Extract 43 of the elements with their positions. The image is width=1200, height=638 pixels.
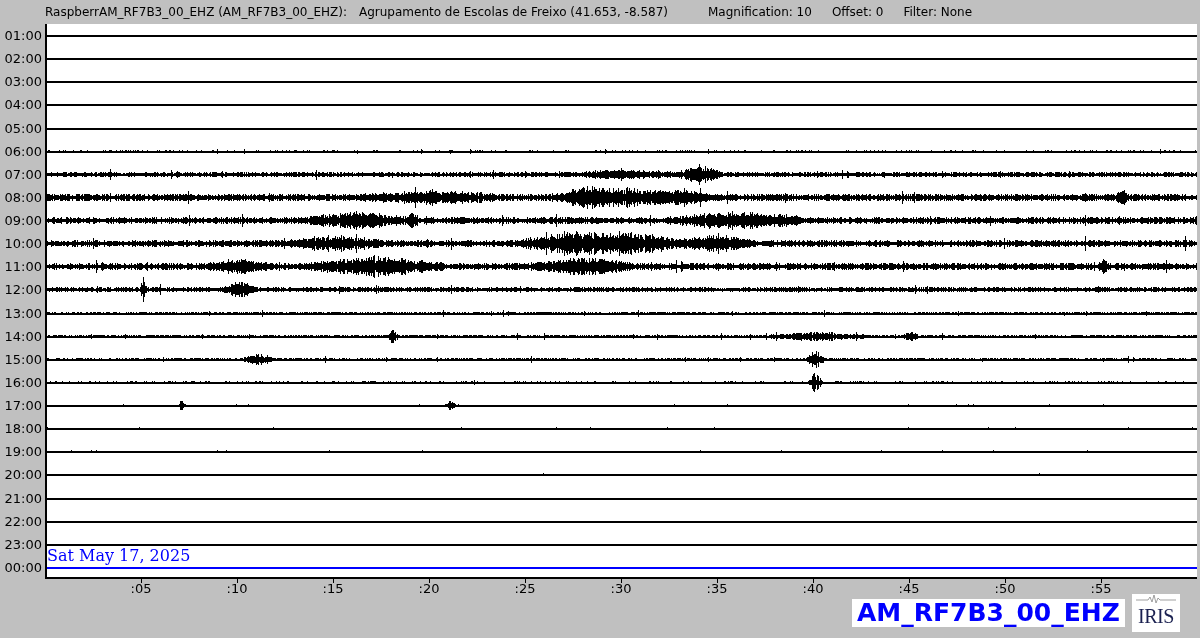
hour-label: 05:00 bbox=[4, 121, 42, 135]
hour-label: 14:00 bbox=[4, 329, 42, 343]
minute-label: :20 bbox=[418, 582, 440, 595]
minute-label: :05 bbox=[130, 582, 152, 595]
hour-label: 13:00 bbox=[4, 306, 42, 320]
hour-label: 06:00 bbox=[4, 144, 42, 158]
hour-label: 11:00 bbox=[4, 259, 42, 273]
hour-label: 04:00 bbox=[4, 97, 42, 111]
minute-label: :35 bbox=[706, 582, 728, 595]
hour-label: 22:00 bbox=[4, 514, 42, 528]
hour-label: 10:00 bbox=[4, 236, 42, 250]
hour-label: 12:00 bbox=[4, 282, 42, 296]
minute-label: :30 bbox=[610, 582, 632, 595]
hour-label: 02:00 bbox=[4, 51, 42, 65]
filter-text: Filter: None bbox=[903, 4, 973, 21]
hour-label: 16:00 bbox=[4, 375, 42, 389]
hour-label: 23:00 bbox=[4, 537, 42, 551]
minute-label: :15 bbox=[322, 582, 344, 595]
minute-label: :10 bbox=[226, 582, 248, 595]
hour-label: 00:00 bbox=[4, 560, 42, 574]
date-label: Sat May 17, 2025 bbox=[47, 548, 191, 564]
minute-label: :25 bbox=[514, 582, 536, 595]
magnification-text: Magnification: 10 bbox=[708, 4, 812, 21]
hour-label: 19:00 bbox=[4, 444, 42, 458]
hour-label: 09:00 bbox=[4, 213, 42, 227]
location-title: Agrupamento de Escolas de Freixo (41.653, -8.587) bbox=[359, 4, 668, 21]
channel-badge: AM_RF7B3_00_EHZ bbox=[852, 599, 1125, 627]
offset-text: Offset: 0 bbox=[831, 4, 884, 21]
hour-label: 01:00 bbox=[4, 28, 42, 42]
minute-label: :45 bbox=[898, 582, 920, 595]
hour-label: 20:00 bbox=[4, 467, 42, 481]
minute-label: :40 bbox=[802, 582, 824, 595]
hour-label: 21:00 bbox=[4, 491, 42, 505]
hour-label: 17:00 bbox=[4, 398, 42, 412]
minute-label: :50 bbox=[994, 582, 1016, 595]
station-title: RaspberrAM_RF7B3_00_EHZ (AM_RF7B3_00_EHZ): bbox=[45, 4, 347, 21]
hour-label: 03:00 bbox=[4, 74, 42, 88]
hour-label: 08:00 bbox=[4, 190, 42, 204]
minute-label: :55 bbox=[1090, 582, 1112, 595]
hour-label: 07:00 bbox=[4, 167, 42, 181]
hour-label: 15:00 bbox=[4, 352, 42, 366]
hour-label: 18:00 bbox=[4, 421, 42, 435]
iris-logo: IRIS bbox=[1132, 594, 1180, 632]
